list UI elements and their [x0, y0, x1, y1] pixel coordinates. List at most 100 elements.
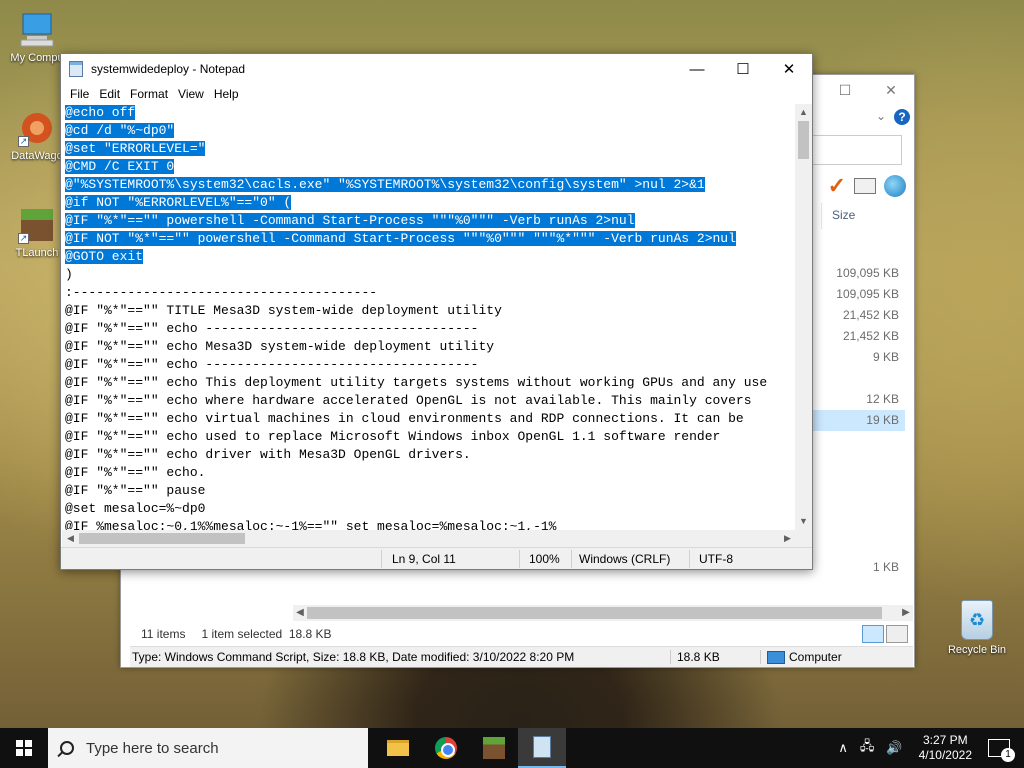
selected-text: @cd /d "%~dp0": [65, 123, 175, 138]
file-row-size[interactable]: 12 KB: [801, 389, 905, 410]
line-text: @IF "%*"=="" pause: [65, 483, 206, 498]
menu-file[interactable]: File: [65, 87, 94, 101]
selected-text: @echo off: [65, 105, 136, 120]
scrollbar-thumb[interactable]: [307, 607, 882, 619]
help-icon[interactable]: ?: [894, 109, 910, 125]
minimize-button[interactable]: —: [674, 54, 720, 84]
explorer-search-input[interactable]: [812, 135, 902, 165]
file-row-size[interactable]: [801, 494, 905, 515]
file-size-column: 109,095 KB 109,095 KB 21,452 KB 21,452 KB 9 …: [801, 263, 905, 578]
notepad-window[interactable]: systemwidedeploy - Notepad — ☐ ✕ File Ed…: [60, 53, 813, 570]
details-view-button[interactable]: [862, 625, 884, 643]
scroll-right-icon[interactable]: ▶: [779, 530, 796, 547]
column-header-size[interactable]: Size: [821, 203, 907, 229]
scrollbar-thumb[interactable]: [798, 121, 809, 159]
globe-icon[interactable]: [884, 175, 906, 197]
line-text: @IF "%*"=="" echo This deployment utilit…: [65, 375, 768, 390]
rename-icon[interactable]: [854, 178, 876, 194]
scroll-right-icon[interactable]: ▶: [899, 605, 913, 621]
shortcut-arrow-icon: ↗: [18, 233, 29, 244]
line-text: @IF "%*"=="" echo ----------------------…: [65, 357, 479, 372]
zoom-level: 100%: [529, 552, 560, 566]
notification-center-button[interactable]: 1: [988, 739, 1015, 762]
window-controls: — ☐ ✕: [674, 54, 812, 84]
scrollbar-thumb[interactable]: [79, 533, 245, 544]
line-text: @IF "%*"=="" echo ----------------------…: [65, 321, 479, 336]
selected-text: @GOTO exit: [65, 249, 144, 264]
scroll-down-icon[interactable]: ▼: [795, 513, 812, 530]
taskbar-chrome[interactable]: [422, 728, 470, 768]
file-row-size[interactable]: [801, 452, 905, 473]
menu-edit[interactable]: Edit: [94, 87, 125, 101]
line-text: ): [65, 267, 73, 282]
shortcut-arrow-icon: ↗: [18, 136, 29, 147]
notification-badge: 1: [1001, 748, 1015, 762]
text-line: @IF NOT "%*"=="" powershell -Command Sta…: [65, 230, 798, 248]
text-line: @set mesaloc=%~dp0: [65, 500, 798, 518]
chrome-icon: [435, 737, 457, 759]
desktop-icon-recycle-bin[interactable]: Recycle Bin: [940, 600, 1014, 656]
file-row-size[interactable]: 109,095 KB: [801, 263, 905, 284]
file-row-size[interactable]: [801, 515, 905, 536]
taskbar-file-explorer[interactable]: [374, 728, 422, 768]
chevron-up-icon[interactable]: ∧: [838, 740, 848, 756]
notepad-icon: [69, 61, 83, 77]
taskbar-notepad[interactable]: [518, 728, 566, 768]
clock-date: 4/10/2022: [918, 748, 972, 762]
network-icon[interactable]: 🖧: [860, 737, 875, 759]
text-line: @IF "%*"=="" echo ----------------------…: [65, 356, 798, 374]
chevron-down-icon[interactable]: ⌄: [876, 109, 886, 123]
file-row-size[interactable]: 21,452 KB: [801, 305, 905, 326]
taskbar-minecraft[interactable]: [470, 728, 518, 768]
large-icons-view-button[interactable]: [886, 625, 908, 643]
text-line: @set "ERRORLEVEL=": [65, 140, 798, 158]
horizontal-scrollbar[interactable]: ◀ ▶: [62, 530, 796, 547]
volume-icon[interactable]: 🔊: [886, 740, 902, 756]
file-row-size[interactable]: [801, 368, 905, 389]
line-text: :---------------------------------------: [65, 285, 378, 300]
selected-text: @IF "%*"=="" powershell -Command Start-P…: [65, 213, 635, 228]
text-editor-area[interactable]: @echo off @cd /d "%~dp0" @set "ERRORLEVEL=…: [62, 104, 798, 583]
close-button[interactable]: ✕: [868, 75, 914, 105]
vertical-scrollbar[interactable]: ▲ ▼: [795, 104, 812, 530]
maximize-button[interactable]: ☐: [822, 75, 868, 105]
recycle-bin-icon: [961, 600, 993, 640]
text-line: :---------------------------------------: [65, 284, 798, 302]
search-placeholder: Type here to search: [86, 739, 219, 757]
line-text: @IF "%*"=="" echo driver with Mesa3D Ope…: [65, 447, 471, 462]
file-row-size[interactable]: 9 KB: [801, 347, 905, 368]
text-line: @IF "%*"=="" echo.: [65, 464, 798, 482]
line-text: @IF "%*"=="" TITLE Mesa3D system-wide de…: [65, 303, 502, 318]
menu-help[interactable]: Help: [209, 87, 244, 101]
file-row-size[interactable]: 19 KB: [801, 410, 905, 431]
file-row-size[interactable]: [801, 431, 905, 452]
start-button[interactable]: [0, 728, 48, 768]
file-row-size[interactable]: [801, 473, 905, 494]
text-line: @IF "%*"=="" echo virtual machines in cl…: [65, 410, 798, 428]
menu-view[interactable]: View: [173, 87, 209, 101]
explorer-title-buttons: ☐ ✕: [822, 75, 914, 105]
file-row-size[interactable]: 1 KB: [801, 557, 905, 578]
system-tray: ∧ 🖧 🔊 3:27 PM 4/10/2022 1: [832, 728, 1024, 768]
item-count: 11 items: [141, 627, 186, 641]
explorer-horizontal-scrollbar[interactable]: ◀ ▶: [293, 605, 913, 621]
file-row-size[interactable]: [801, 536, 905, 557]
cursor-position: Ln 9, Col 11: [392, 552, 456, 566]
scroll-left-icon[interactable]: ◀: [62, 530, 79, 547]
close-button[interactable]: ✕: [766, 54, 812, 84]
file-row-size[interactable]: 21,452 KB: [801, 326, 905, 347]
text-line: @IF "%*"=="" powershell -Command Start-P…: [65, 212, 798, 230]
scroll-left-icon[interactable]: ◀: [293, 605, 307, 621]
notepad-title-bar[interactable]: systemwidedeploy - Notepad — ☐ ✕: [61, 54, 812, 84]
menu-format[interactable]: Format: [125, 87, 173, 101]
taskbar: Type here to search ∧ 🖧 🔊 3:27 PM 4/10/2…: [0, 728, 1024, 768]
search-icon: [60, 741, 74, 755]
checkmark-icon[interactable]: ✓: [828, 175, 846, 197]
maximize-button[interactable]: ☐: [720, 54, 766, 84]
clock[interactable]: 3:27 PM 4/10/2022: [919, 733, 972, 763]
file-row-size[interactable]: 109,095 KB: [801, 284, 905, 305]
taskbar-search-box[interactable]: Type here to search: [48, 728, 368, 768]
selected-text: @CMD /C EXIT 0: [65, 159, 175, 174]
scroll-up-icon[interactable]: ▲: [795, 104, 812, 121]
line-text: @IF "%*"=="" echo.: [65, 465, 206, 480]
